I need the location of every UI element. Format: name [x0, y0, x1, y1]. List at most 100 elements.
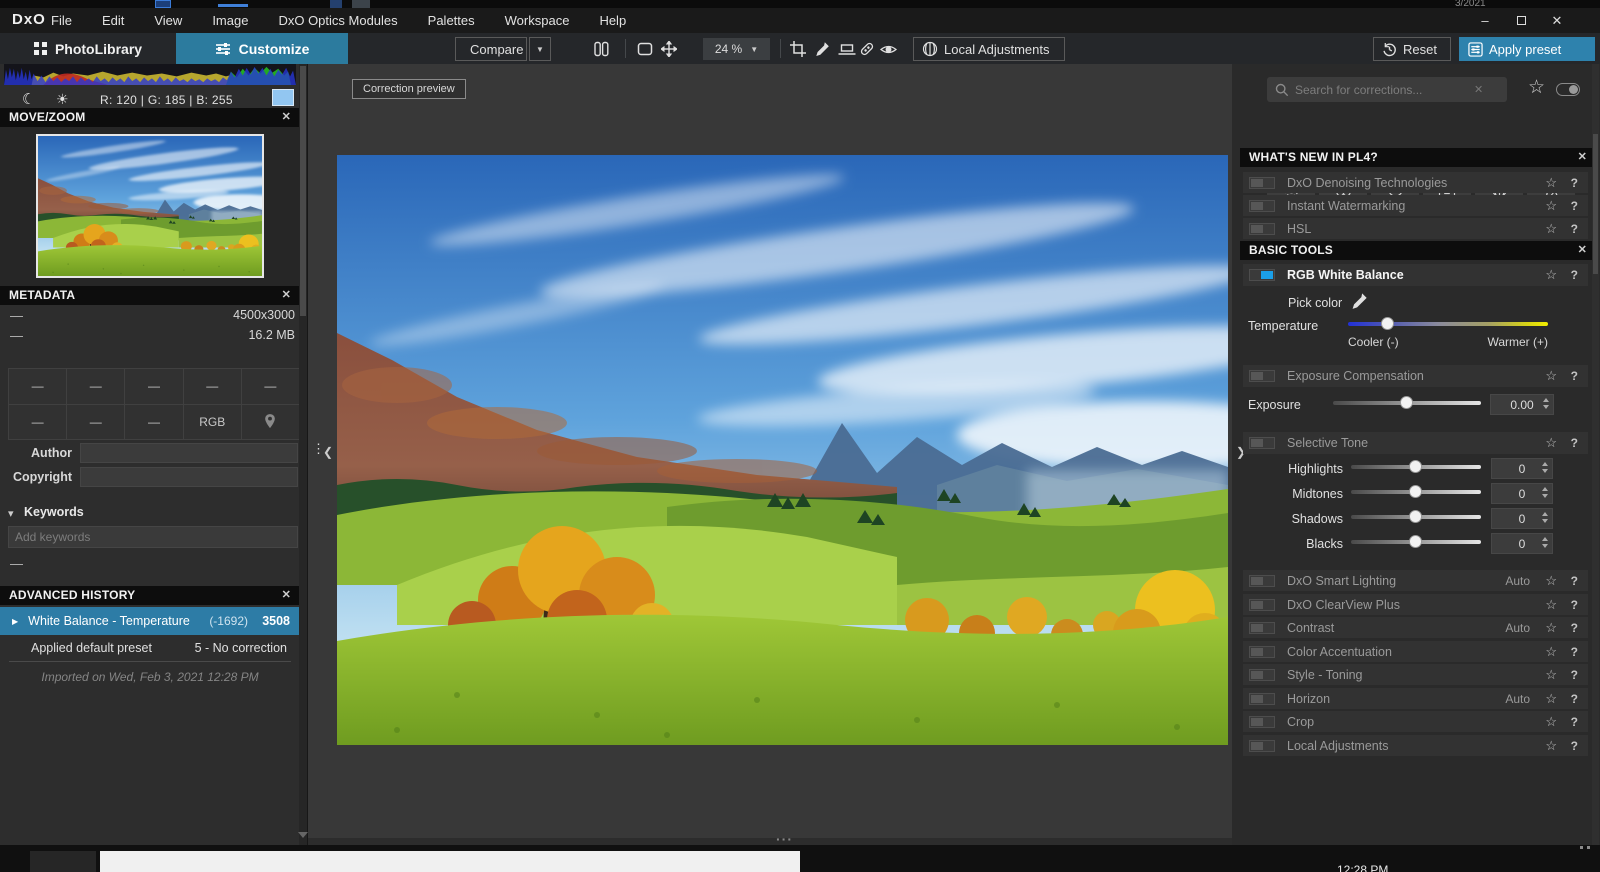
tool-row-clearview[interactable]: DxO ClearView Plus ☆ ? [1243, 594, 1588, 615]
side-by-side-icon[interactable] [592, 40, 610, 58]
tool-row-exposure-compensation[interactable]: Exposure Compensation ☆ ? [1243, 365, 1588, 387]
favorite-star-icon[interactable]: ☆ [1545, 435, 1557, 451]
exposure-value-box[interactable]: 0.00 [1490, 394, 1554, 415]
close-icon[interactable]: ✕ [282, 108, 291, 127]
favorite-star-icon[interactable]: ☆ [1545, 714, 1557, 730]
help-icon[interactable]: ? [1571, 199, 1578, 213]
tab-customize[interactable]: Customize [176, 33, 348, 64]
pick-color-eyedropper-icon[interactable] [1350, 292, 1368, 310]
show-corrections-eye-icon[interactable] [879, 40, 897, 58]
active-corrections-toggle[interactable] [1556, 83, 1580, 96]
help-icon[interactable]: ? [1571, 715, 1578, 729]
tool-row-hsl[interactable]: HSL ☆ ? [1243, 218, 1588, 239]
favorite-star-icon[interactable]: ☆ [1545, 738, 1557, 754]
horizon-toggle[interactable] [1249, 693, 1275, 705]
menu-palettes[interactable]: Palettes [425, 13, 478, 28]
help-icon[interactable]: ? [1571, 268, 1578, 282]
highlights-slider[interactable] [1351, 460, 1481, 474]
local-adjustments-button[interactable]: Local Adjustments [913, 37, 1065, 61]
blacks-handle[interactable] [1409, 535, 1422, 548]
history-row-selected[interactable]: ▶ White Balance - Temperature (-1692) 35… [0, 607, 300, 635]
exposure-spinner[interactable] [1543, 398, 1549, 409]
help-icon[interactable]: ? [1571, 645, 1578, 659]
tool-row-horizon[interactable]: Horizon Auto ☆ ? [1243, 688, 1588, 709]
move-tool-icon[interactable] [660, 40, 678, 58]
tool-row-watermarking[interactable]: Instant Watermarking ☆ ? [1243, 195, 1588, 216]
spinner[interactable] [1542, 512, 1548, 523]
collapse-left-panel-chevron[interactable]: ❮ [323, 445, 333, 459]
restore-button[interactable] [1504, 8, 1538, 33]
help-icon[interactable]: ? [1571, 739, 1578, 753]
copyright-field[interactable] [80, 467, 298, 487]
close-button[interactable]: ✕ [1540, 8, 1574, 33]
local-adjustments-toggle[interactable] [1249, 740, 1275, 752]
favorite-star-icon[interactable]: ☆ [1545, 267, 1557, 283]
close-icon[interactable]: ✕ [282, 286, 291, 305]
menu-image[interactable]: Image [209, 13, 251, 28]
menu-help[interactable]: Help [596, 13, 629, 28]
temperature-handle[interactable] [1381, 317, 1394, 330]
highlights-value-box[interactable]: 0 [1491, 458, 1553, 479]
contrast-toggle[interactable] [1249, 622, 1275, 634]
shadows-value-box[interactable]: 0 [1491, 508, 1553, 529]
menu-workspace[interactable]: Workspace [502, 13, 573, 28]
hsl-toggle[interactable] [1249, 223, 1275, 235]
fit-screen-icon[interactable] [636, 40, 654, 58]
help-icon[interactable]: ? [1571, 222, 1578, 236]
compare-button[interactable]: Compare [455, 37, 527, 61]
repair-tool-icon[interactable] [858, 40, 876, 58]
favorite-star-icon[interactable]: ☆ [1545, 175, 1557, 191]
favorite-star-icon[interactable]: ☆ [1545, 667, 1557, 683]
denoising-toggle[interactable] [1249, 177, 1275, 189]
history-row[interactable]: Applied default preset 5 - No correction [9, 635, 291, 662]
author-field[interactable] [80, 443, 298, 463]
filmstrip-divider[interactable]: ··· [308, 838, 1232, 845]
tool-row-color-accentuation[interactable]: Color Accentuation ☆ ? [1243, 641, 1588, 662]
tool-row-crop[interactable]: Crop ☆ ? [1243, 711, 1588, 732]
horizon-tool-icon[interactable] [838, 40, 856, 58]
menu-edit[interactable]: Edit [99, 13, 127, 28]
midtones-handle[interactable] [1409, 485, 1422, 498]
tool-row-smart-lighting[interactable]: DxO Smart Lighting Auto ☆ ? [1243, 570, 1588, 591]
tab-photolibrary[interactable]: PhotoLibrary [0, 33, 176, 64]
midtones-value-box[interactable]: 0 [1491, 483, 1553, 504]
tool-row-local-adjustments[interactable]: Local Adjustments ☆ ? [1243, 735, 1588, 756]
blacks-value-box[interactable]: 0 [1491, 533, 1553, 554]
shadows-handle[interactable] [1409, 510, 1422, 523]
tool-row-rgb-white-balance[interactable]: RGB White Balance ☆ ? [1243, 264, 1588, 286]
spinner[interactable] [1542, 537, 1548, 548]
tool-row-denoising[interactable]: DxO Denoising Technologies ☆ ? [1243, 172, 1588, 193]
reset-button[interactable]: Reset [1373, 37, 1451, 61]
selective-tone-toggle[interactable] [1249, 437, 1275, 449]
smart-lighting-toggle[interactable] [1249, 575, 1275, 587]
help-icon[interactable]: ? [1571, 668, 1578, 682]
blacks-slider[interactable] [1351, 535, 1481, 549]
exposure-slider[interactable] [1333, 396, 1481, 410]
favorite-star-icon[interactable]: ☆ [1545, 221, 1557, 237]
tool-row-selective-tone[interactable]: Selective Tone ☆ ? [1243, 432, 1588, 454]
favorites-star-icon[interactable]: ☆ [1528, 76, 1545, 99]
eyedropper-tool-icon[interactable] [813, 40, 831, 58]
scrollbar-thumb[interactable] [1593, 134, 1598, 274]
help-icon[interactable]: ? [1571, 621, 1578, 635]
close-icon[interactable]: ✕ [1578, 148, 1587, 167]
filmstrip-selected-thumbnail[interactable] [100, 851, 800, 872]
compare-dropdown[interactable]: ▼ [529, 37, 551, 61]
search-input[interactable] [1289, 83, 1474, 97]
crop-toggle[interactable] [1249, 716, 1275, 728]
help-icon[interactable]: ? [1571, 369, 1578, 383]
rgb-white-balance-toggle[interactable] [1249, 269, 1275, 281]
help-icon[interactable]: ? [1571, 692, 1578, 706]
exposure-compensation-toggle[interactable] [1249, 370, 1275, 382]
keywords-input[interactable] [8, 526, 298, 548]
left-scrollbar[interactable] [299, 64, 307, 845]
menu-view[interactable]: View [151, 13, 185, 28]
minimize-button[interactable]: – [1468, 8, 1502, 33]
exposure-handle[interactable] [1400, 396, 1413, 409]
histogram[interactable] [4, 64, 296, 85]
favorite-star-icon[interactable]: ☆ [1545, 644, 1557, 660]
help-icon[interactable]: ? [1571, 436, 1578, 450]
temperature-slider[interactable] [1348, 317, 1548, 331]
keywords-disclosure-icon[interactable]: ▾ [8, 507, 14, 520]
help-icon[interactable]: ? [1571, 598, 1578, 612]
